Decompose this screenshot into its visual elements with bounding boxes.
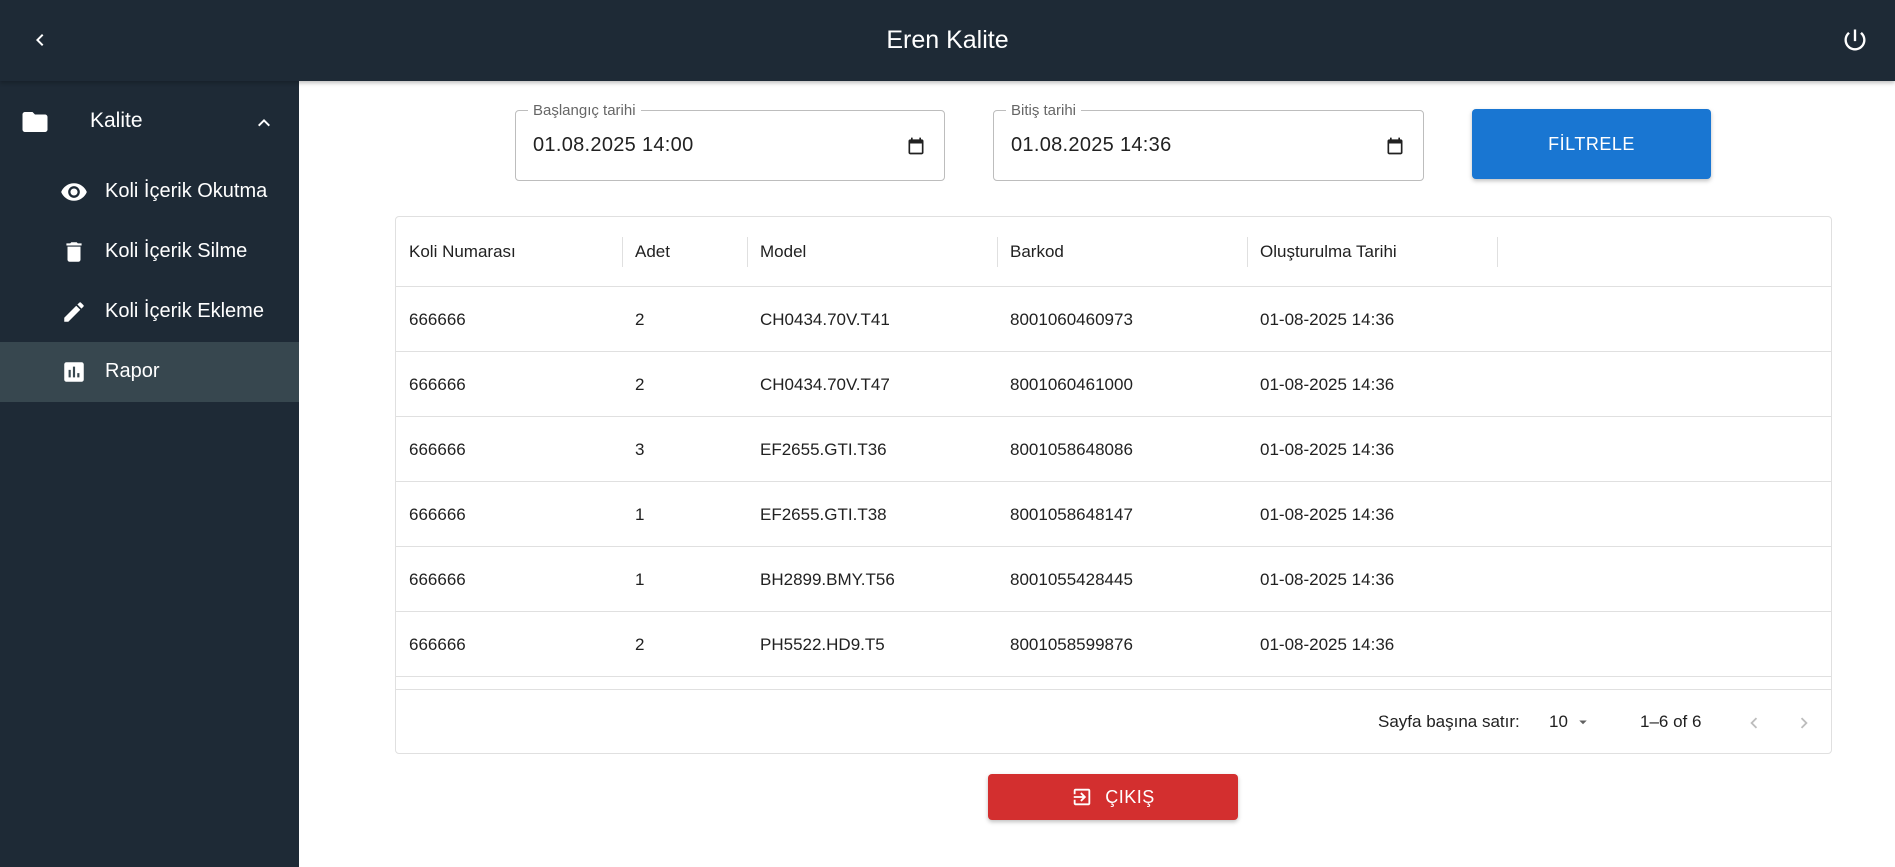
chevron-left-icon (1750, 717, 1758, 729)
column-header-adet[interactable]: Adet (622, 217, 747, 287)
cell-koli-numarasi: 666666 (409, 440, 466, 459)
column-header-barkod[interactable]: Barkod (997, 217, 1247, 287)
rows-per-page-select[interactable]: 10 (1549, 708, 1592, 736)
rows-per-page-label: Sayfa başına satır: (1378, 712, 1520, 731)
end-date-field[interactable]: Bitiş tarihi 01.08.2025 14:36 (993, 102, 1424, 181)
sidebar-item-label: Koli İçerik Okutma (105, 180, 268, 202)
cell-olusturulma-tarihi: 01-08-2025 14:36 (1260, 570, 1395, 589)
cell-model: EF2655.GTI.T36 (760, 440, 887, 459)
cell-koli-numarasi: 666666 (409, 310, 466, 329)
table-pagination: Sayfa başına satır: 10 1–6 of 6 (396, 689, 1831, 753)
cell-adet: 3 (635, 440, 645, 459)
trash-icon (60, 238, 88, 266)
sidebar-item-koli-icerik-silme[interactable]: Koli İçerik Silme (0, 222, 299, 282)
folder-icon (20, 109, 50, 140)
column-header-koli-numarasi[interactable]: Koli Numarası (396, 217, 622, 287)
cell-barkod: 8001060461000 (1010, 375, 1133, 394)
sidebar-item-label: Koli İçerik Ekleme (105, 300, 264, 322)
report-table: Koli Numarası Adet Model Barkod Oluşturu… (395, 216, 1832, 754)
table-row[interactable]: 666666 3 EF2655.GTI.T36 8001058648086 01… (396, 417, 1831, 482)
chevron-up-icon (252, 111, 276, 140)
table-header: Koli Numarası Adet Model Barkod Oluşturu… (396, 217, 1831, 287)
cell-olusturulma-tarihi: 01-08-2025 14:36 (1260, 635, 1395, 654)
filter-button[interactable]: FİLTRELE (1472, 109, 1711, 179)
cell-koli-numarasi: 666666 (409, 375, 466, 394)
cell-model: PH5522.HD9.T5 (760, 635, 885, 654)
table-row[interactable]: 666666 2 CH0434.70V.T41 8001060460973 01… (396, 287, 1831, 352)
end-date-value: 01.08.2025 14:36 (1011, 134, 1172, 156)
cell-barkod: 8001058648086 (1010, 440, 1133, 459)
cell-koli-numarasi: 666666 (409, 505, 466, 524)
column-header-model[interactable]: Model (747, 217, 997, 287)
cell-barkod: 8001060460973 (1010, 310, 1133, 329)
chevron-right-icon (1800, 717, 1808, 729)
cell-olusturulma-tarihi: 01-08-2025 14:36 (1260, 505, 1395, 524)
end-date-label: Bitiş tarihi (1006, 102, 1082, 119)
cell-olusturulma-tarihi: 01-08-2025 14:36 (1260, 440, 1395, 459)
cell-adet: 2 (635, 310, 645, 329)
app-bar: Eren Kalite (0, 0, 1895, 81)
sidebar-group-label: Kalite (90, 109, 143, 132)
start-date-field[interactable]: Başlangıç tarihi 01.08.2025 14:00 (515, 102, 945, 181)
start-date-value: 01.08.2025 14:00 (533, 134, 694, 156)
table-row[interactable]: 666666 2 PH5522.HD9.T5 8001058599876 01-… (396, 612, 1831, 677)
pagination-range: 1–6 of 6 (1640, 712, 1702, 731)
table-row[interactable]: 666666 1 BH2899.BMY.T56 8001055428445 01… (396, 547, 1831, 612)
cell-adet: 2 (635, 635, 645, 654)
sidebar-item-label: Koli İçerik Silme (105, 240, 248, 262)
calendar-icon[interactable] (906, 136, 926, 161)
cell-barkod: 8001055428445 (1010, 570, 1133, 589)
sidebar-item-label: Rapor (105, 360, 160, 382)
exit-button[interactable]: ÇIKIŞ (988, 774, 1238, 820)
start-date-label: Başlangıç tarihi (528, 102, 641, 119)
cell-barkod: 8001058599876 (1010, 635, 1133, 654)
cell-adet: 1 (635, 505, 645, 524)
sidebar: Kalite Koli İçerik Okutma Koli İçerik Si… (0, 81, 299, 867)
sidebar-group-kalite[interactable]: Kalite (0, 81, 299, 162)
column-separator[interactable] (1497, 237, 1498, 267)
rows-per-page-value: 10 (1549, 712, 1568, 731)
power-icon (1844, 29, 1866, 51)
cell-model: CH0434.70V.T41 (760, 310, 890, 329)
caret-down-icon (1579, 720, 1587, 725)
sidebar-item-rapor[interactable]: Rapor (0, 342, 299, 402)
calendar-icon[interactable] (1385, 136, 1405, 161)
eye-icon (60, 178, 88, 206)
cell-model: CH0434.70V.T47 (760, 375, 890, 394)
pencil-icon (60, 298, 88, 326)
cell-adet: 2 (635, 375, 645, 394)
exit-button-label: ÇIKIŞ (1105, 786, 1155, 807)
column-header-olusturulma-tarihi[interactable]: Oluşturulma Tarihi (1247, 217, 1497, 287)
sidebar-item-koli-icerik-okutma[interactable]: Koli İçerik Okutma (0, 162, 299, 222)
logout-power-button[interactable] (1835, 20, 1875, 60)
cell-koli-numarasi: 666666 (409, 635, 466, 654)
cell-olusturulma-tarihi: 01-08-2025 14:36 (1260, 375, 1395, 394)
exit-icon (1071, 786, 1093, 808)
bar-chart-icon (60, 358, 88, 386)
app-title: Eren Kalite (886, 26, 1009, 54)
cell-koli-numarasi: 666666 (409, 570, 466, 589)
table-row[interactable]: 666666 2 CH0434.70V.T47 8001060461000 01… (396, 352, 1831, 417)
cell-model: BH2899.BMY.T56 (760, 570, 895, 589)
cell-barkod: 8001058648147 (1010, 505, 1133, 524)
cell-model: EF2655.GTI.T38 (760, 505, 887, 524)
cell-olusturulma-tarihi: 01-08-2025 14:36 (1260, 310, 1395, 329)
sidebar-item-koli-icerik-ekleme[interactable]: Koli İçerik Ekleme (0, 282, 299, 342)
next-page-button[interactable] (1789, 708, 1819, 738)
previous-page-button[interactable] (1739, 708, 1769, 738)
cell-adet: 1 (635, 570, 645, 589)
table-row[interactable]: 666666 1 EF2655.GTI.T38 8001058648147 01… (396, 482, 1831, 547)
